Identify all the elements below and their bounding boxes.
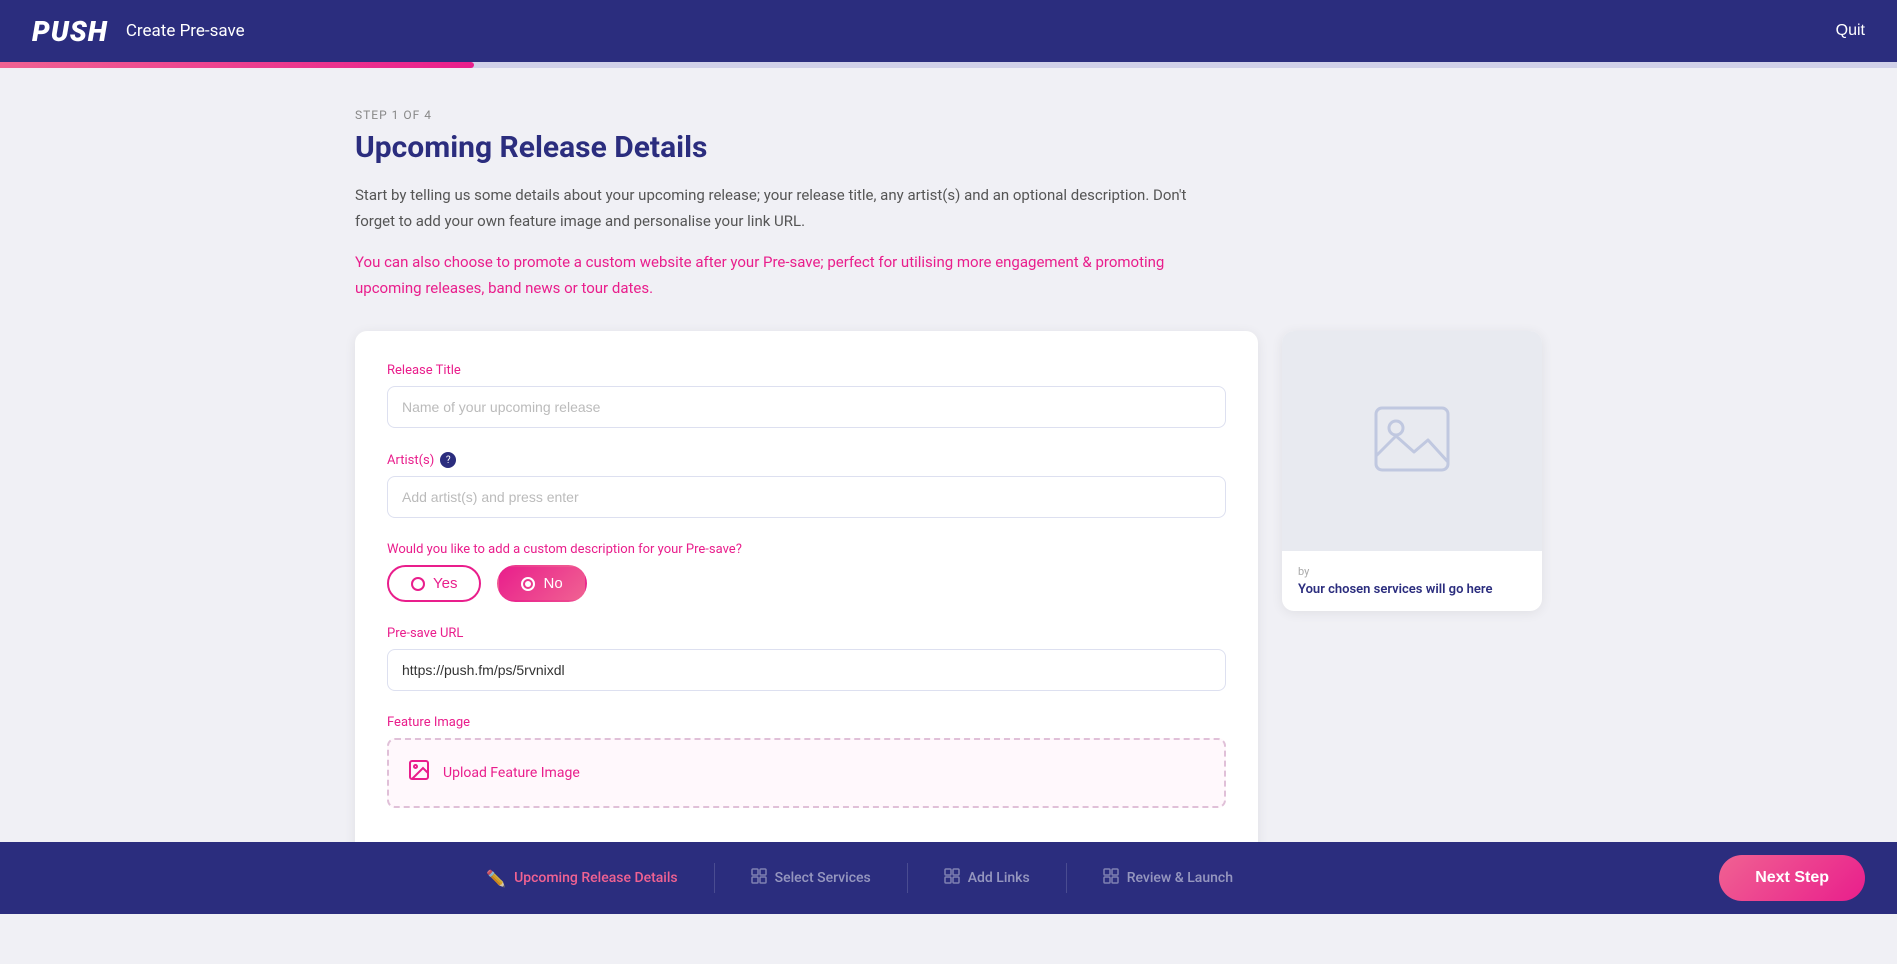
preview-by: by	[1298, 565, 1526, 578]
no-radio[interactable]: No	[497, 565, 586, 602]
radio-group: Yes No	[387, 565, 1226, 602]
step-add-links[interactable]: Add Links	[908, 868, 1066, 888]
yes-radio-dot	[411, 577, 425, 591]
feature-image-label: Feature Image	[387, 715, 1226, 730]
step-1-icon: ✏️	[486, 869, 506, 888]
presave-url-label: Pre-save URL	[387, 626, 1226, 641]
app-header: PUSH Create Pre-save Quit	[0, 0, 1897, 62]
step-1-label: Upcoming Release Details	[514, 870, 678, 886]
upload-icon	[407, 758, 431, 788]
form-card: Release Title Artist(s) ? Would you like…	[355, 331, 1258, 864]
release-title-group: Release Title	[387, 363, 1226, 428]
header-title: Create Pre-save	[126, 21, 245, 41]
step-2-label: Select Services	[775, 870, 871, 886]
custom-desc-label: Would you like to add a custom descripti…	[387, 542, 1226, 557]
preview-body: by Your chosen services will go here	[1282, 551, 1542, 611]
release-title-input[interactable]	[387, 386, 1226, 428]
preview-card: by Your chosen services will go here	[1282, 331, 1542, 611]
release-title-label: Release Title	[387, 363, 1226, 378]
step-4-icon	[1103, 868, 1119, 888]
feature-image-group: Feature Image Upload Feature Image	[387, 715, 1226, 808]
page-description-2: You can also choose to promote a custom …	[355, 250, 1195, 301]
presave-url-group: Pre-save URL	[387, 626, 1226, 691]
artists-group: Artist(s) ?	[387, 452, 1226, 518]
bottom-bar: ✏️ Upcoming Release Details Select Servi…	[0, 842, 1897, 914]
logo: PUSH	[32, 15, 108, 48]
step-select-services[interactable]: Select Services	[715, 868, 907, 888]
artists-label: Artist(s) ?	[387, 452, 1226, 468]
step-2-icon	[751, 868, 767, 888]
form-layout: Release Title Artist(s) ? Would you like…	[355, 331, 1542, 864]
step-3-label: Add Links	[968, 870, 1030, 886]
step-label: STEP 1 OF 4	[355, 108, 1542, 122]
artists-help-icon[interactable]: ?	[440, 452, 456, 468]
main-content: STEP 1 OF 4 Upcoming Release Details Sta…	[0, 68, 1897, 964]
image-placeholder-icon	[1372, 404, 1452, 478]
preview-image-area	[1282, 331, 1542, 551]
step-upcoming-release[interactable]: ✏️ Upcoming Release Details	[450, 869, 713, 888]
bottom-steps: ✏️ Upcoming Release Details Select Servi…	[0, 863, 1719, 893]
quit-button[interactable]: Quit	[1836, 22, 1865, 40]
preview-services: Your chosen services will go here	[1298, 582, 1526, 597]
page-description-1: Start by telling us some details about y…	[355, 183, 1195, 234]
page-title: Upcoming Release Details	[355, 130, 1542, 165]
presave-url-input[interactable]	[387, 649, 1226, 691]
header-left: PUSH Create Pre-save	[32, 15, 245, 48]
custom-desc-group: Would you like to add a custom descripti…	[387, 542, 1226, 602]
step-review-launch[interactable]: Review & Launch	[1067, 868, 1269, 888]
no-radio-dot	[521, 577, 535, 591]
artists-input[interactable]	[387, 476, 1226, 518]
next-step-button[interactable]: Next Step	[1719, 855, 1865, 901]
upload-text: Upload Feature Image	[443, 765, 580, 781]
step-3-icon	[944, 868, 960, 888]
upload-area[interactable]: Upload Feature Image	[387, 738, 1226, 808]
yes-radio[interactable]: Yes	[387, 565, 481, 602]
step-4-label: Review & Launch	[1127, 870, 1233, 886]
